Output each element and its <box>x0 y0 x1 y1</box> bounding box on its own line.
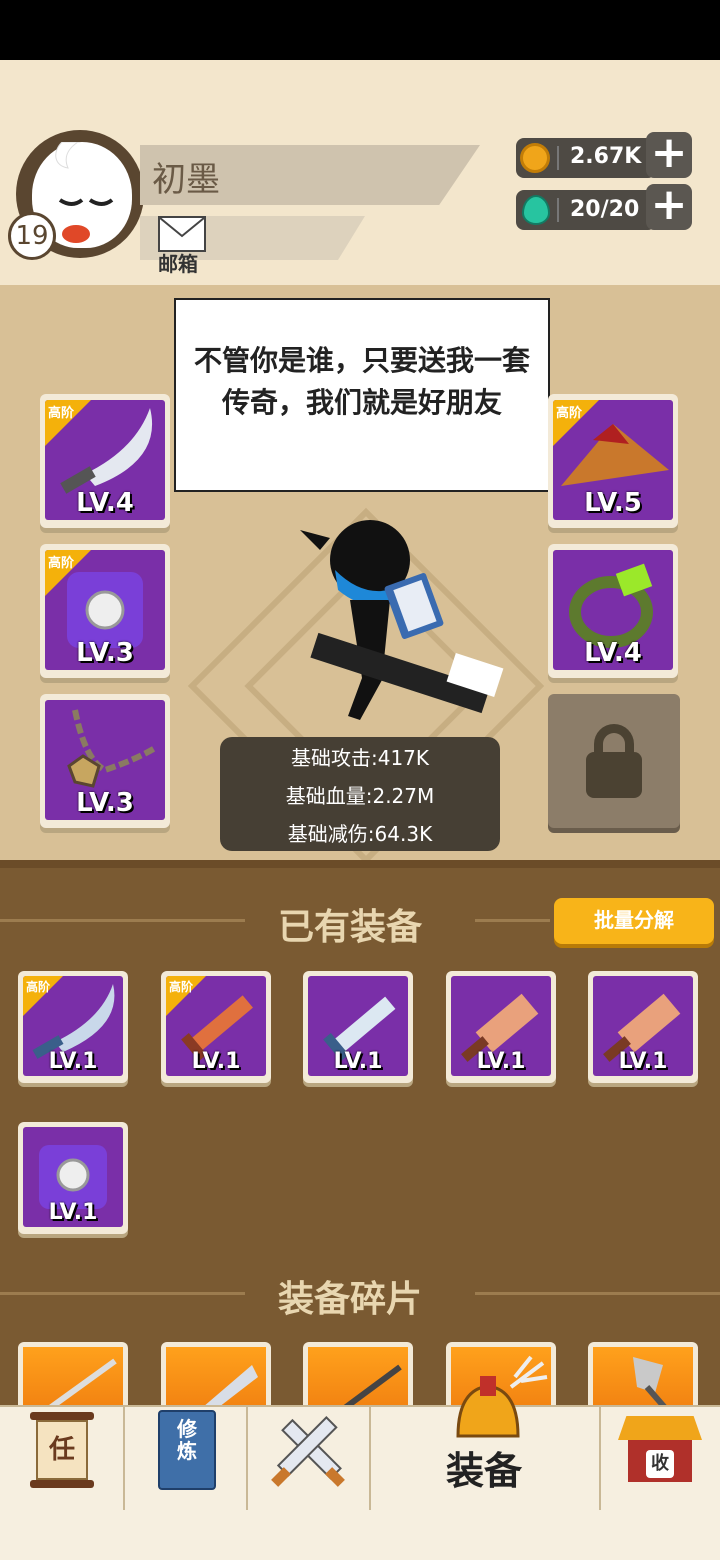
nav-divider <box>123 1405 125 1510</box>
hat-slot[interactable]: 高阶 LV.5 <box>548 394 678 528</box>
divider <box>557 146 559 170</box>
scroll-icon: 任 <box>36 1420 88 1480</box>
fragment-frame <box>308 1347 408 1412</box>
axe-icon <box>633 1357 673 1412</box>
section-line <box>0 919 245 922</box>
mail-label[interactable]: 邮箱 <box>158 248 198 277</box>
stat-defense: 基础减伤:64.3K <box>287 822 433 846</box>
batch-dismantle-button[interactable]: 批量分解 <box>554 898 714 944</box>
item-level: LV.1 <box>191 1049 241 1074</box>
inventory-item[interactable]: 高阶 LV.1 <box>161 971 271 1083</box>
energy-value: 20/20 <box>570 197 640 222</box>
player-name: 初墨 <box>152 160 220 200</box>
slot-level: LV.4 <box>76 488 134 518</box>
item-level: LV.1 <box>48 1049 98 1074</box>
inventory-item[interactable]: LV.1 <box>18 1122 128 1234</box>
weapon-slot-frame: 高阶 LV.4 <box>45 400 165 520</box>
item-level: LV.1 <box>333 1049 383 1074</box>
fragment-frame <box>593 1347 693 1412</box>
nav-divider <box>369 1405 371 1510</box>
inventory-item[interactable]: LV.1 <box>303 971 413 1083</box>
slot-level: LV.5 <box>584 488 642 518</box>
inventory-item[interactable]: LV.1 <box>588 971 698 1083</box>
bracelet-slot[interactable]: LV.4 <box>548 544 678 678</box>
divider <box>0 860 720 868</box>
gem-icon <box>522 195 550 225</box>
scroll-rod <box>30 1412 94 1420</box>
owned-section-title: 已有装备 <box>278 907 423 948</box>
nav-equip-label[interactable]: 装备 <box>446 1440 522 1495</box>
inventory-item[interactable]: 高阶 LV.1 <box>18 971 128 1083</box>
fragment-item[interactable] <box>588 1342 698 1412</box>
tier-tag-label: 高阶 <box>48 406 75 421</box>
item-frame: LV.1 <box>308 976 408 1076</box>
stat-attack: 基础攻击:417K <box>290 746 430 770</box>
roof-icon <box>618 1416 702 1440</box>
nav-divider <box>599 1405 601 1510</box>
inventory-item[interactable]: LV.1 <box>446 971 556 1083</box>
item-level: LV.1 <box>48 1200 98 1225</box>
lock-body <box>586 752 642 798</box>
fragments-section-title: 装备碎片 <box>278 1279 423 1320</box>
weapon-slot[interactable]: 高阶 LV.4 <box>40 394 170 528</box>
add-energy-button[interactable]: + <box>646 183 692 230</box>
blade-icon <box>197 1365 258 1412</box>
item-level: LV.1 <box>618 1049 668 1074</box>
stat-hp: 基础血量:2.27M <box>285 784 435 808</box>
bracelet-slot-frame: LV.4 <box>553 550 673 670</box>
item-frame: 高阶 LV.1 <box>166 976 266 1076</box>
nav-cultivate[interactable]: 修炼 <box>158 1410 216 1490</box>
scroll-rod <box>30 1480 94 1488</box>
katana-icon <box>336 1364 402 1412</box>
fragment-item[interactable] <box>161 1342 271 1412</box>
item-level: LV.1 <box>476 1049 526 1074</box>
tier-tag-label: 高阶 <box>169 980 194 994</box>
status-bar <box>0 0 720 60</box>
bottom-nav <box>0 1405 720 1512</box>
spear-icon <box>41 1358 117 1412</box>
stickman-character-icon <box>290 510 510 730</box>
item-frame: LV.1 <box>593 976 693 1076</box>
item-frame: LV.1 <box>451 976 551 1076</box>
tier-tag-label: 高阶 <box>26 980 51 994</box>
collect-badge: 收 <box>646 1450 674 1478</box>
crossed-swords-icon <box>271 1416 345 1487</box>
nav-divider <box>246 1405 248 1510</box>
section-line <box>475 1292 720 1295</box>
add-coins-button[interactable]: + <box>646 131 692 178</box>
item-frame: 高阶 LV.1 <box>23 976 123 1076</box>
item-frame: LV.1 <box>23 1127 123 1227</box>
book-icon: 修炼 <box>177 1417 197 1463</box>
player-level-badge: 19 <box>8 212 56 260</box>
nav-tasks[interactable]: 任 <box>30 1412 94 1488</box>
coin-value: 2.67K <box>570 144 642 169</box>
mail-icon[interactable] <box>158 216 206 252</box>
section-line <box>0 1292 245 1295</box>
speech-text: 不管你是谁，只要送我一套传奇，我们就是好朋友 <box>193 344 530 419</box>
coin-icon <box>520 143 550 173</box>
fragment-item[interactable] <box>303 1342 413 1412</box>
tier-tag-label: 高阶 <box>48 556 75 571</box>
divider <box>557 198 559 222</box>
tier-tag-label: 高阶 <box>556 406 583 421</box>
necklace-slot[interactable]: LV.3 <box>40 694 170 828</box>
slot-level: LV.3 <box>76 638 134 668</box>
fragment-frame <box>166 1347 266 1412</box>
section-line <box>475 919 550 922</box>
fragment-frame <box>23 1347 123 1412</box>
nav-battle[interactable] <box>268 1410 348 1490</box>
fragment-item[interactable] <box>18 1342 128 1412</box>
bottom-fill <box>0 1510 720 1560</box>
nav-collect[interactable]: 收 <box>618 1416 702 1486</box>
slot-level: LV.4 <box>584 638 642 668</box>
helmet-icon <box>452 1376 524 1442</box>
slot-level: LV.3 <box>76 788 134 818</box>
hat-slot-frame: 高阶 LV.5 <box>553 400 673 520</box>
armor-slot[interactable]: 高阶 LV.3 <box>40 544 170 678</box>
necklace-slot-frame: LV.3 <box>45 700 165 820</box>
armor-slot-frame: 高阶 LV.3 <box>45 550 165 670</box>
